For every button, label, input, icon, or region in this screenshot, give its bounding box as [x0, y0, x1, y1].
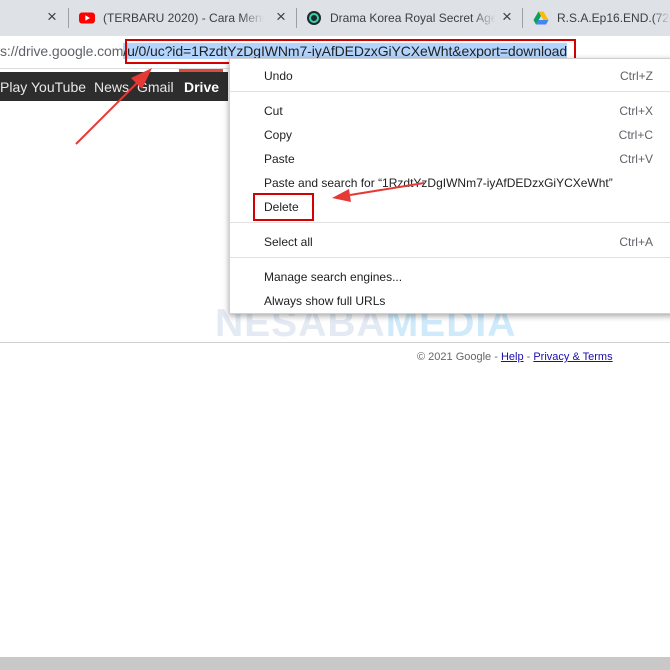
- annotation-arrows: [75, 68, 425, 202]
- arrow-head-icon: [332, 189, 351, 202]
- arrow-line: [75, 81, 139, 145]
- arrow-line: [349, 182, 425, 196]
